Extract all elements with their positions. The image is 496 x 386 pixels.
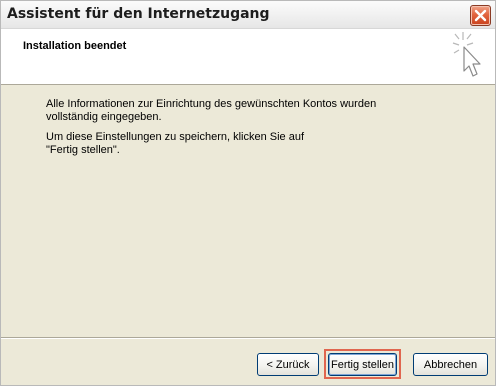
title-bar[interactable]: Assistent für den Internetzugang: [1, 1, 495, 29]
body-content: Alle Informationen zur Einrichtung des g…: [46, 98, 426, 157]
cancel-button[interactable]: Abbrechen: [413, 353, 488, 376]
close-icon: [474, 9, 487, 22]
wizard-header: Installation beendet: [1, 29, 495, 85]
wizard-cursor-icon: [452, 32, 481, 77]
info-paragraph: Alle Informationen zur Einrichtung des g…: [46, 98, 377, 123]
button-divider: [1, 337, 495, 339]
instruction-line-1: Um diese Einstellungen zu speichern, kli…: [46, 131, 305, 143]
wizard-dialog: Assistent für den Internetzugang Install…: [0, 0, 496, 386]
window-title: Assistent für den Internetzugang: [7, 6, 270, 22]
back-button[interactable]: < Zurück: [257, 353, 319, 376]
page-title: Installation beendet: [23, 40, 127, 52]
finish-button[interactable]: Fertig stellen: [328, 353, 397, 376]
instruction-line-2: "Fertig stellen".: [46, 144, 120, 156]
close-button[interactable]: [470, 5, 491, 26]
instruction-paragraph: Um diese Einstellungen zu speichern, kli…: [46, 131, 426, 157]
